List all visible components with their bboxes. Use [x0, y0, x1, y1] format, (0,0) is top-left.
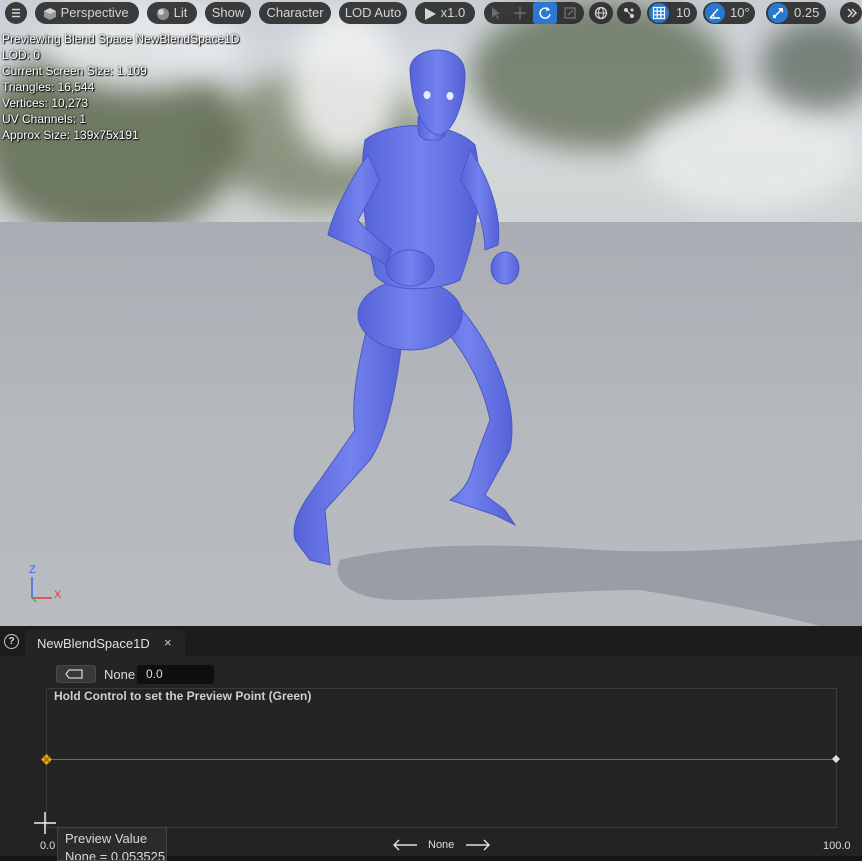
axis-min-label: 0.0	[40, 840, 56, 852]
viewport-toolbar: Perspective Lit Show Character LOD Auto …	[0, 0, 862, 26]
scale-icon[interactable]	[563, 6, 577, 20]
tab-newblendspace1d[interactable]: NewBlendSpace1D ×	[25, 630, 185, 656]
show-label: Show	[211, 5, 245, 20]
character-button[interactable]: Character	[259, 2, 331, 24]
stats-line-vertices: Vertices: 10,273	[2, 96, 89, 110]
tag-icon	[65, 669, 83, 679]
grid-snap-group: 10	[647, 2, 697, 24]
tab-bar: ? NewBlendSpace1D ×	[0, 626, 862, 656]
coordinate-space-button[interactable]	[589, 2, 613, 24]
surface-snap-button[interactable]	[617, 2, 641, 24]
arrow-right-icon	[466, 839, 490, 851]
snap-icon	[622, 6, 636, 20]
stats-line-approx-size: Approx Size: 139x75x191	[2, 128, 139, 142]
lit-button[interactable]: Lit	[147, 2, 197, 24]
play-icon	[423, 7, 437, 21]
playback-speed-button[interactable]: x1.0	[415, 2, 475, 24]
scale-snap-value[interactable]: 0.25	[794, 2, 819, 24]
move-icon[interactable]	[513, 6, 527, 20]
grid-snap-value[interactable]: 10	[676, 2, 690, 24]
scale-snap-icon	[771, 6, 785, 20]
perspective-label: Perspective	[60, 5, 129, 20]
preview-crosshair-icon	[34, 812, 56, 834]
character-label: Character	[266, 5, 324, 20]
tooltip-value: None = 0.053525	[65, 849, 166, 861]
grid-snap-toggle[interactable]	[649, 3, 669, 23]
parameter-value-input[interactable]: 0.0	[137, 665, 214, 684]
sample-point-end[interactable]	[832, 755, 840, 763]
tab-label: NewBlendSpace1D	[37, 636, 150, 651]
scale-snap-group: 0.25	[766, 2, 826, 24]
grid-icon	[652, 6, 666, 20]
blend-space-graph[interactable]: None 0.0 Hold Control to set the Preview…	[0, 656, 862, 861]
sample-point-start[interactable]	[41, 754, 52, 765]
lit-label: Lit	[173, 5, 188, 20]
hamburger-icon	[12, 8, 20, 18]
stats-line-screen-size: Current Screen Size: 1.109	[2, 64, 147, 78]
preview-hint: Hold Control to set the Preview Point (G…	[54, 689, 312, 703]
viewport-menu-button[interactable]	[5, 2, 27, 24]
viewport-stats: Previewing Blend Space NewBlendSpace1D L…	[2, 31, 239, 143]
rotation-snap-value[interactable]: 10°	[730, 2, 750, 24]
stats-line-lod: LOD: 0	[2, 48, 41, 62]
stats-line-preview: Previewing Blend Space NewBlendSpace1D	[2, 32, 240, 46]
axis-max-label: 100.0	[823, 840, 851, 852]
sphere-icon	[156, 7, 170, 21]
axis-gizmo: Z X	[22, 564, 72, 605]
toolbar-overflow-button[interactable]	[840, 2, 862, 24]
playback-speed-label: x1.0	[440, 5, 466, 20]
rotation-snap-group: 10°	[703, 2, 755, 24]
show-button[interactable]: Show	[205, 2, 251, 24]
axis-z-label: Z	[29, 564, 36, 576]
tooltip-title: Preview Value	[65, 831, 148, 846]
rotate-icon	[538, 6, 552, 20]
lod-label: LOD Auto	[344, 5, 402, 20]
lod-button[interactable]: LOD Auto	[339, 2, 407, 24]
stats-line-triangles: Triangles: 16,544	[2, 80, 95, 94]
preview-viewport[interactable]: Perspective Lit Show Character LOD Auto …	[0, 0, 862, 626]
select-arrow-icon[interactable]	[489, 6, 503, 20]
axis-x-label: X	[54, 589, 62, 601]
perspective-button[interactable]: Perspective	[35, 2, 139, 24]
rotation-snap-toggle[interactable]	[705, 3, 725, 23]
scale-snap-toggle[interactable]	[768, 3, 788, 23]
tab-close-icon[interactable]: ×	[164, 635, 172, 650]
cube-icon	[43, 7, 57, 21]
double-chevron-right-icon	[845, 6, 859, 20]
blend-space-editor-panel: ? NewBlendSpace1D × None 0.0 Hold Contro…	[0, 626, 862, 861]
stats-line-uv-channels: UV Channels: 1	[2, 112, 87, 126]
axis-name-label: None	[428, 839, 455, 851]
arrow-left-icon	[393, 839, 417, 851]
globe-icon	[594, 6, 608, 20]
parameter-name: None	[104, 667, 136, 682]
angle-icon	[708, 6, 722, 20]
rotate-button[interactable]	[533, 2, 557, 24]
parameter-tag-button[interactable]	[56, 665, 96, 683]
blend-axis-line	[46, 759, 837, 760]
character-mesh	[293, 49, 520, 566]
help-icon[interactable]: ?	[4, 634, 19, 649]
blend-space-grid[interactable]	[46, 688, 837, 828]
transform-tools-group	[484, 2, 584, 24]
